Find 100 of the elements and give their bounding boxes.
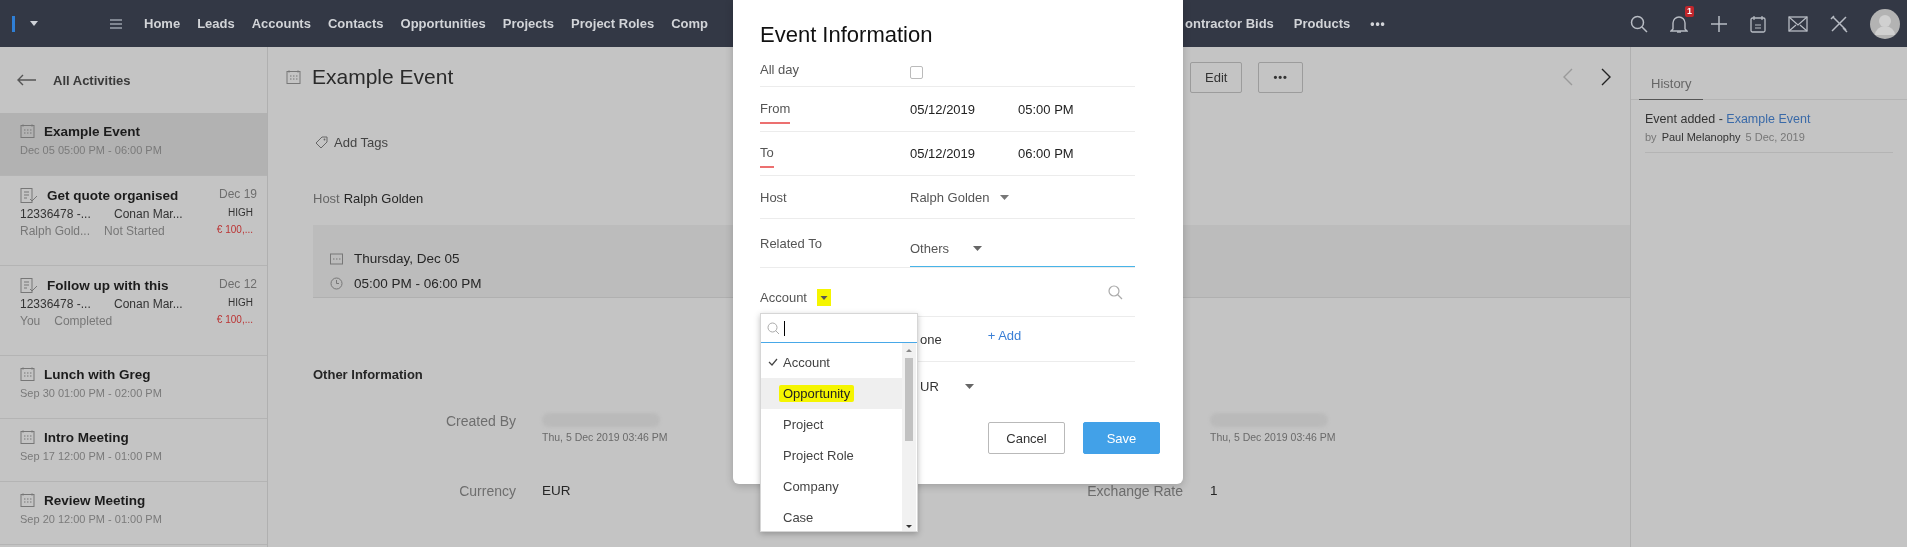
activity-time: Sep 20 12:00 PM - 01:00 PM — [20, 513, 163, 525]
date-field[interactable]: 05/12/2019 — [910, 101, 1018, 117]
caret-icon — [999, 194, 1009, 200]
task-icon — [20, 187, 38, 204]
activity-title: Lunch with Greg — [44, 367, 151, 382]
event-time: 05:00 PM - 06:00 PM — [354, 276, 482, 291]
event-date: Thursday, Dec 05 — [354, 251, 460, 266]
caret-icon — [973, 246, 982, 251]
tools-icon[interactable] — [1830, 14, 1848, 33]
task-status: Completed — [54, 314, 113, 328]
activity-item[interactable]: Intro Meeting Sep 17 12:00 PM - 01:00 PM — [0, 419, 267, 482]
dropdown-option[interactable]: Project Role — [761, 440, 903, 471]
calendar-icon — [20, 124, 35, 139]
modified-date: Thu, 5 Dec 2019 03:46 PM — [1210, 431, 1337, 443]
amount: € 100,... — [216, 314, 254, 327]
nav-tab[interactable]: Comp — [671, 16, 709, 31]
nav-tab[interactable]: Contacts — [327, 16, 384, 31]
task-owner: You — [20, 314, 41, 328]
related-record: 12336478 -... — [20, 207, 92, 221]
dropdown-option[interactable]: Company — [761, 471, 903, 502]
calendar-icon — [286, 69, 301, 85]
menu-icon[interactable] — [109, 17, 123, 30]
calendar-icon — [20, 367, 35, 382]
date-field[interactable]: 05/12/2019 — [910, 146, 1018, 161]
module-select[interactable]: Account — [760, 288, 831, 306]
back-label[interactable]: All Activities — [53, 72, 131, 88]
history-entry: Event added - Example Event — [1645, 112, 1812, 126]
calendar-icon — [20, 430, 35, 445]
field-label: From — [760, 100, 791, 124]
activity-title: Intro Meeting — [44, 430, 129, 445]
dropdown-option[interactable]: Case — [761, 502, 903, 533]
section-title: Other Information — [313, 367, 423, 384]
dropdown-option[interactable]: Account — [761, 347, 903, 378]
scrollbar[interactable] — [902, 343, 916, 531]
plus-icon[interactable] — [1710, 14, 1728, 33]
field-value: EUR — [542, 483, 571, 499]
field-value: 1 — [1209, 483, 1219, 499]
contact-name: Conan Mar... — [114, 297, 183, 311]
activity-item[interactable]: Review Meeting Sep 20 12:00 PM - 01:00 PM — [0, 482, 267, 545]
contact-name: Conan Mar... — [114, 207, 183, 221]
add-tags-link[interactable]: Add Tags — [334, 134, 388, 150]
field-label: Host — [760, 189, 788, 205]
field-value: one — [920, 331, 942, 347]
currency-select[interactable]: UR — [920, 378, 974, 394]
nav-tab[interactable]: Home — [144, 16, 181, 31]
field-label: To — [760, 145, 774, 168]
field-label: Exchange Rate — [1087, 483, 1183, 499]
chevron-right-icon[interactable] — [1600, 67, 1612, 87]
more-button[interactable]: ••• — [1258, 61, 1303, 93]
amount: € 100,... — [216, 224, 254, 237]
priority-label: HIGH — [227, 207, 254, 220]
calendar-icon[interactable] — [1750, 14, 1766, 33]
priority-label: HIGH — [227, 297, 254, 310]
time-field[interactable]: 06:00 PM — [1018, 146, 1074, 161]
text-cursor — [784, 320, 785, 336]
nav-tab[interactable]: Leads — [197, 16, 235, 31]
check-icon — [768, 358, 778, 366]
activity-title: Follow up with this — [47, 278, 169, 293]
time-field[interactable]: 05:00 PM — [1018, 101, 1074, 117]
by-label: by — [1645, 131, 1657, 143]
bell-icon[interactable] — [1670, 13, 1688, 34]
host-select[interactable]: Ralph Golden — [910, 189, 1009, 205]
calendar-icon — [20, 493, 35, 508]
add-link[interactable]: + Add — [987, 327, 1022, 343]
related-to-select[interactable]: Others — [910, 231, 1135, 267]
record-title: Example Event — [312, 65, 454, 89]
dropdown-option[interactable]: Project — [761, 409, 903, 440]
caret-icon — [964, 383, 974, 389]
edit-button[interactable]: Edit — [1190, 61, 1243, 93]
user-name: Paul Melanophy — [1661, 131, 1741, 143]
entry-date: 5 Dec, 2019 — [1745, 131, 1805, 143]
activity-item[interactable]: Follow up with this Dec 12 12336478 -... Conan Mar... HIGH You Completed € 100,... — [0, 266, 267, 356]
nav-tab[interactable]: Projects — [502, 16, 555, 31]
activity-title: Example Event — [44, 124, 141, 139]
nav-tab[interactable]: Accounts — [251, 16, 311, 31]
all-day-checkbox[interactable] — [910, 65, 923, 79]
host-label: Host — [313, 190, 340, 206]
nav-tab[interactable]: Products — [1293, 16, 1351, 31]
task-status: Not Started — [104, 224, 165, 238]
search-icon[interactable] — [1630, 14, 1648, 33]
activity-title: Get quote organised — [47, 188, 179, 203]
back-arrow-icon[interactable] — [17, 74, 37, 86]
avatar-icon[interactable] — [1870, 8, 1900, 39]
nav-tab[interactable]: ontractor Bids — [1185, 16, 1274, 31]
activity-time: Sep 30 01:00 PM - 02:00 PM — [20, 387, 163, 399]
activity-item[interactable]: Lunch with Greg Sep 30 01:00 PM - 02:00 PM — [0, 356, 267, 419]
activity-item[interactable]: Get quote organised Dec 19 12336478 -... Conan Mar... HIGH Ralph Gold... Not Started € 100,... — [0, 176, 267, 266]
due-date: Dec 12 — [217, 277, 257, 293]
task-icon — [20, 277, 38, 294]
cancel-button[interactable]: Cancel — [988, 422, 1065, 454]
more-tabs-link[interactable]: ••• — [1370, 16, 1386, 31]
related-record: 12336478 -... — [20, 297, 92, 311]
host-name: Ralph Golden — [343, 190, 424, 206]
dropdown-option[interactable]: Opportunity — [761, 378, 903, 409]
nav-tab[interactable]: Opportunities — [400, 16, 486, 31]
tag-icon — [315, 135, 328, 149]
activity-time: Sep 17 12:00 PM - 01:00 PM — [20, 450, 163, 462]
nav-tab[interactable]: Project Roles — [571, 16, 655, 31]
activity-title: Review Meeting — [44, 493, 146, 508]
mail-icon[interactable] — [1788, 15, 1808, 32]
